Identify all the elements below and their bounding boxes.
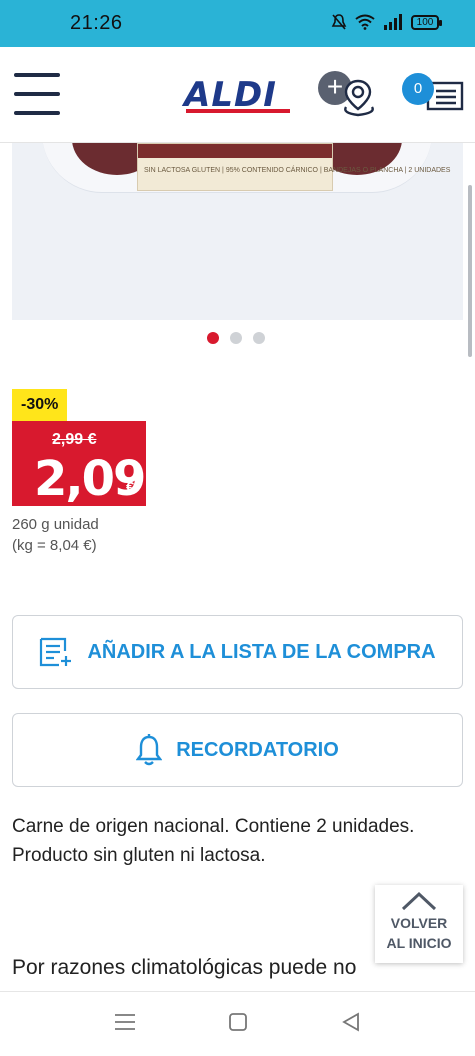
reminder-button[interactable]: RECORDATORIO: [12, 713, 463, 787]
carousel-dot-2[interactable]: [230, 332, 242, 344]
logo-underline: [186, 109, 290, 113]
signal-icon: [384, 14, 402, 30]
price-box: 2,99 € 2,09 €: [12, 421, 146, 507]
unit-price-per-kg: (kg = 8,04 €): [12, 537, 97, 554]
page-scrollbar[interactable]: [468, 185, 472, 357]
battery-icon: 100: [411, 14, 442, 30]
hamburger-menu-icon[interactable]: [14, 73, 60, 119]
mute-bell-icon: [331, 14, 347, 30]
back-icon[interactable]: [341, 1012, 361, 1032]
discount-badge: -30%: [12, 389, 68, 421]
status-time: 21:26: [70, 12, 123, 34]
back-to-top-line1: VOLVER: [390, 915, 448, 931]
chevron-up-icon: [401, 891, 437, 911]
back-to-top-line2: AL INICIO: [386, 935, 452, 951]
package-label-text: SIN LACTOSA GLUTEN | 95% CONTENIDO CÁRNI…: [144, 167, 451, 174]
status-icons: 100: [331, 13, 442, 31]
system-nav-bar: [0, 991, 475, 1056]
price-currency: €: [126, 479, 135, 496]
carousel-dots: [207, 332, 265, 344]
unit-info: 260 g unidad (kg = 8,04 €): [12, 514, 99, 556]
carousel-dot-3[interactable]: [253, 332, 265, 344]
product-package-label: SIN LACTOSA GLUTEN | 95% CONTENIDO CÁRNI…: [137, 143, 450, 191]
carousel-dot-1[interactable]: [207, 332, 219, 344]
wifi-icon: [355, 14, 375, 30]
app-header: ALDI + 0: [0, 47, 475, 143]
back-to-top-button[interactable]: VOLVER AL INICIO: [375, 885, 463, 963]
product-image[interactable]: SIN LACTOSA GLUTEN | 95% CONTENIDO CÁRNI…: [12, 143, 463, 320]
unit-weight: 260 g unidad: [12, 516, 99, 533]
shopping-list-button[interactable]: 0: [400, 73, 466, 123]
home-icon[interactable]: [228, 1012, 248, 1032]
bell-icon: [136, 734, 163, 766]
add-to-list-button[interactable]: AÑADIR A LA LISTA DE LA COMPRA: [12, 615, 463, 689]
reminder-label: RECORDATORIO: [176, 738, 339, 761]
product-description: Carne de origen nacional. Contiene 2 uni…: [12, 816, 415, 866]
list-count-badge: 0: [402, 73, 434, 105]
add-to-list-icon: [40, 637, 72, 667]
location-pin-icon: [344, 79, 374, 117]
status-bar: 21:26 100: [0, 0, 475, 47]
add-to-list-label: AÑADIR A LA LISTA DE LA COMPRA: [87, 640, 436, 663]
old-price: 2,99 €: [52, 431, 97, 448]
recent-apps-icon[interactable]: [114, 1012, 136, 1032]
add-store-button[interactable]: +: [318, 71, 382, 119]
